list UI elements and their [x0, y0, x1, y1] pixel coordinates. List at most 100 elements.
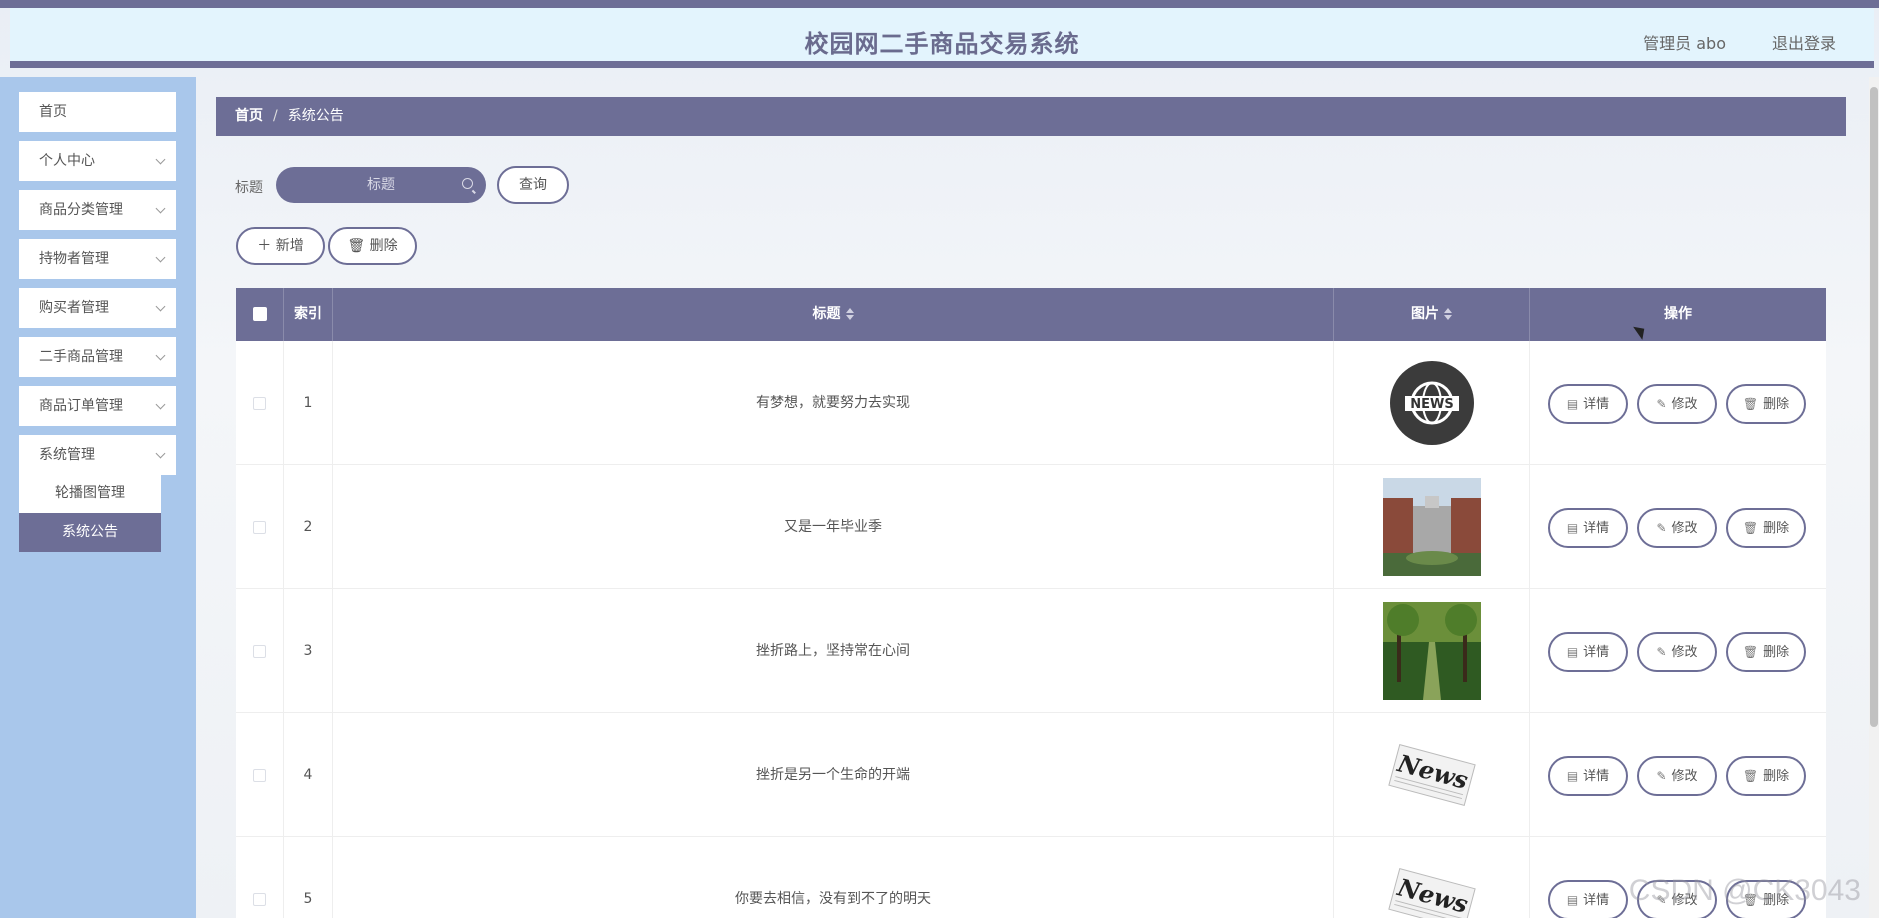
add-button-label: 新增 [275, 238, 304, 254]
search-input[interactable]: 标题 [276, 167, 486, 203]
watermark: CSDN @CK3043 [1628, 874, 1861, 907]
detail-button[interactable]: ▤ 详情 [1548, 632, 1628, 672]
delete-button-label: 删除 [369, 238, 398, 254]
sidebar-item-holder[interactable]: 持物者管理 [19, 239, 176, 279]
detail-button-label: 详情 [1583, 521, 1610, 536]
batch-delete-button[interactable]: 🗑 删除 [328, 227, 417, 265]
chevron-down-icon [155, 399, 166, 410]
row-title: 挫折是另一个生命的开端 [333, 713, 1334, 837]
detail-button[interactable]: ▤ 详情 [1548, 880, 1628, 918]
edit-button-label: 修改 [1671, 645, 1698, 660]
row-title: 你要去相信，没有到不了的明天 [333, 837, 1334, 918]
detail-button-label: 详情 [1583, 645, 1610, 660]
trash-icon: 🗑 [1742, 645, 1759, 659]
pencil-icon: ✎ [1656, 397, 1667, 411]
header-index: 索引 [284, 288, 333, 341]
document-icon: ▤ [1566, 769, 1579, 783]
sidebar: 首页 个人中心 商品分类管理 持物者管理 购买者管理 二手商品管理 商品订单管理… [0, 77, 196, 918]
row-checkbox[interactable] [253, 396, 266, 410]
table-row: 2 又是一年毕业季 ▤ 详情 ✎ 修改 🗑 删除 [236, 465, 1826, 589]
row-index: 2 [284, 465, 333, 589]
row-title: 又是一年毕业季 [333, 465, 1334, 589]
row-checkbox[interactable] [253, 520, 266, 534]
delete-button-label: 删除 [1763, 645, 1790, 660]
header-title-label: 标题 [812, 306, 841, 322]
sort-icon [1444, 308, 1452, 320]
edit-button[interactable]: ✎ 修改 [1637, 384, 1717, 424]
newspaper-icon: News [1383, 850, 1481, 918]
header-image-label: 图片 [1411, 306, 1439, 322]
trash-icon: 🗑 [347, 238, 370, 254]
row-select-cell [236, 589, 284, 713]
chevron-down-icon [155, 203, 166, 214]
table-row: 1 有梦想，就要努力去实现 NEWS ▤ 详情 ✎ 修改 🗑 删除 [236, 341, 1826, 465]
delete-button-label: 删除 [1763, 769, 1790, 784]
detail-button-label: 详情 [1583, 397, 1610, 412]
breadcrumb-home[interactable]: 首页 [235, 108, 263, 124]
delete-button[interactable]: 🗑 删除 [1726, 508, 1806, 548]
sort-icon [845, 308, 854, 320]
sidebar-item-label: 持物者管理 [39, 251, 109, 267]
sidebar-subitem-announcement[interactable]: 系统公告 [19, 513, 161, 552]
row-image-cell: News [1334, 837, 1530, 918]
select-all-cell [236, 288, 284, 341]
edit-button-label: 修改 [1671, 521, 1698, 536]
edit-button[interactable]: ✎ 修改 [1637, 632, 1717, 672]
search-icon [462, 178, 473, 189]
breadcrumb-separator: / [273, 108, 278, 124]
row-checkbox[interactable] [253, 768, 266, 782]
detail-button[interactable]: ▤ 详情 [1548, 508, 1628, 548]
sidebar-item-orders[interactable]: 商品订单管理 [19, 386, 176, 426]
app-header: 校园网二手商品交易系统 管理员 abo 退出登录 [10, 8, 1874, 68]
row-checkbox[interactable] [253, 644, 266, 658]
row-image-cell: NEWS [1334, 341, 1530, 465]
sidebar-item-category[interactable]: 商品分类管理 [19, 190, 176, 230]
breadcrumb: 首页 / 系统公告 [216, 97, 1846, 136]
sidebar-item-system[interactable]: 系统管理 [19, 435, 176, 475]
table-row: 4 挫折是另一个生命的开端 News ▤ 详情 ✎ 修改 🗑 删除 [236, 713, 1826, 837]
chevron-down-icon [155, 301, 166, 312]
news-globe-icon: NEWS [1383, 354, 1481, 452]
pencil-icon: ✎ [1656, 645, 1667, 659]
add-button[interactable]: ＋ 新增 [236, 227, 325, 265]
sidebar-item-home[interactable]: 首页 [19, 92, 176, 132]
row-actions: ▤ 详情 ✎ 修改 🗑 删除 [1530, 713, 1826, 837]
row-select-cell [236, 465, 284, 589]
sidebar-subitem-carousel[interactable]: 轮播图管理 [19, 474, 161, 513]
row-checkbox[interactable] [253, 892, 266, 906]
row-image-cell: News [1334, 713, 1530, 837]
sidebar-item-label: 商品分类管理 [39, 202, 123, 218]
tree-path-photo [1382, 602, 1481, 700]
row-image-cell [1334, 465, 1530, 589]
scroll-thumb[interactable] [1870, 87, 1878, 727]
sidebar-item-buyer[interactable]: 购买者管理 [19, 288, 176, 328]
edit-button[interactable]: ✎ 修改 [1637, 508, 1717, 548]
delete-button-label: 删除 [1763, 521, 1790, 536]
logout-link[interactable]: 退出登录 [1772, 30, 1836, 54]
delete-button[interactable]: 🗑 删除 [1726, 384, 1806, 424]
svg-text:NEWS: NEWS [1410, 397, 1453, 412]
header-title[interactable]: 标题 [333, 288, 1334, 341]
row-actions: ▤ 详情 ✎ 修改 🗑 删除 [1530, 465, 1826, 589]
detail-button-label: 详情 [1583, 893, 1610, 908]
sidebar-item-label: 首页 [39, 104, 67, 120]
query-button[interactable]: 查询 [497, 166, 569, 204]
detail-button[interactable]: ▤ 详情 [1548, 756, 1628, 796]
campus-building-photo [1382, 478, 1481, 576]
sidebar-item-goods[interactable]: 二手商品管理 [19, 337, 176, 377]
select-all-checkbox[interactable] [252, 307, 267, 321]
edit-button[interactable]: ✎ 修改 [1637, 756, 1717, 796]
delete-button[interactable]: 🗑 删除 [1726, 756, 1806, 796]
chevron-down-icon [155, 154, 166, 165]
delete-button[interactable]: 🗑 删除 [1726, 632, 1806, 672]
vertical-scrollbar[interactable] [1869, 77, 1879, 918]
detail-button[interactable]: ▤ 详情 [1548, 384, 1628, 424]
newspaper-icon: News [1383, 726, 1481, 824]
header-image[interactable]: 图片 [1334, 288, 1530, 341]
row-index: 4 [284, 713, 333, 837]
search-placeholder: 标题 [367, 177, 395, 193]
plus-icon: ＋ [257, 238, 276, 254]
sidebar-item-personal-center[interactable]: 个人中心 [19, 141, 176, 181]
chevron-down-icon [155, 448, 166, 459]
row-select-cell [236, 341, 284, 465]
